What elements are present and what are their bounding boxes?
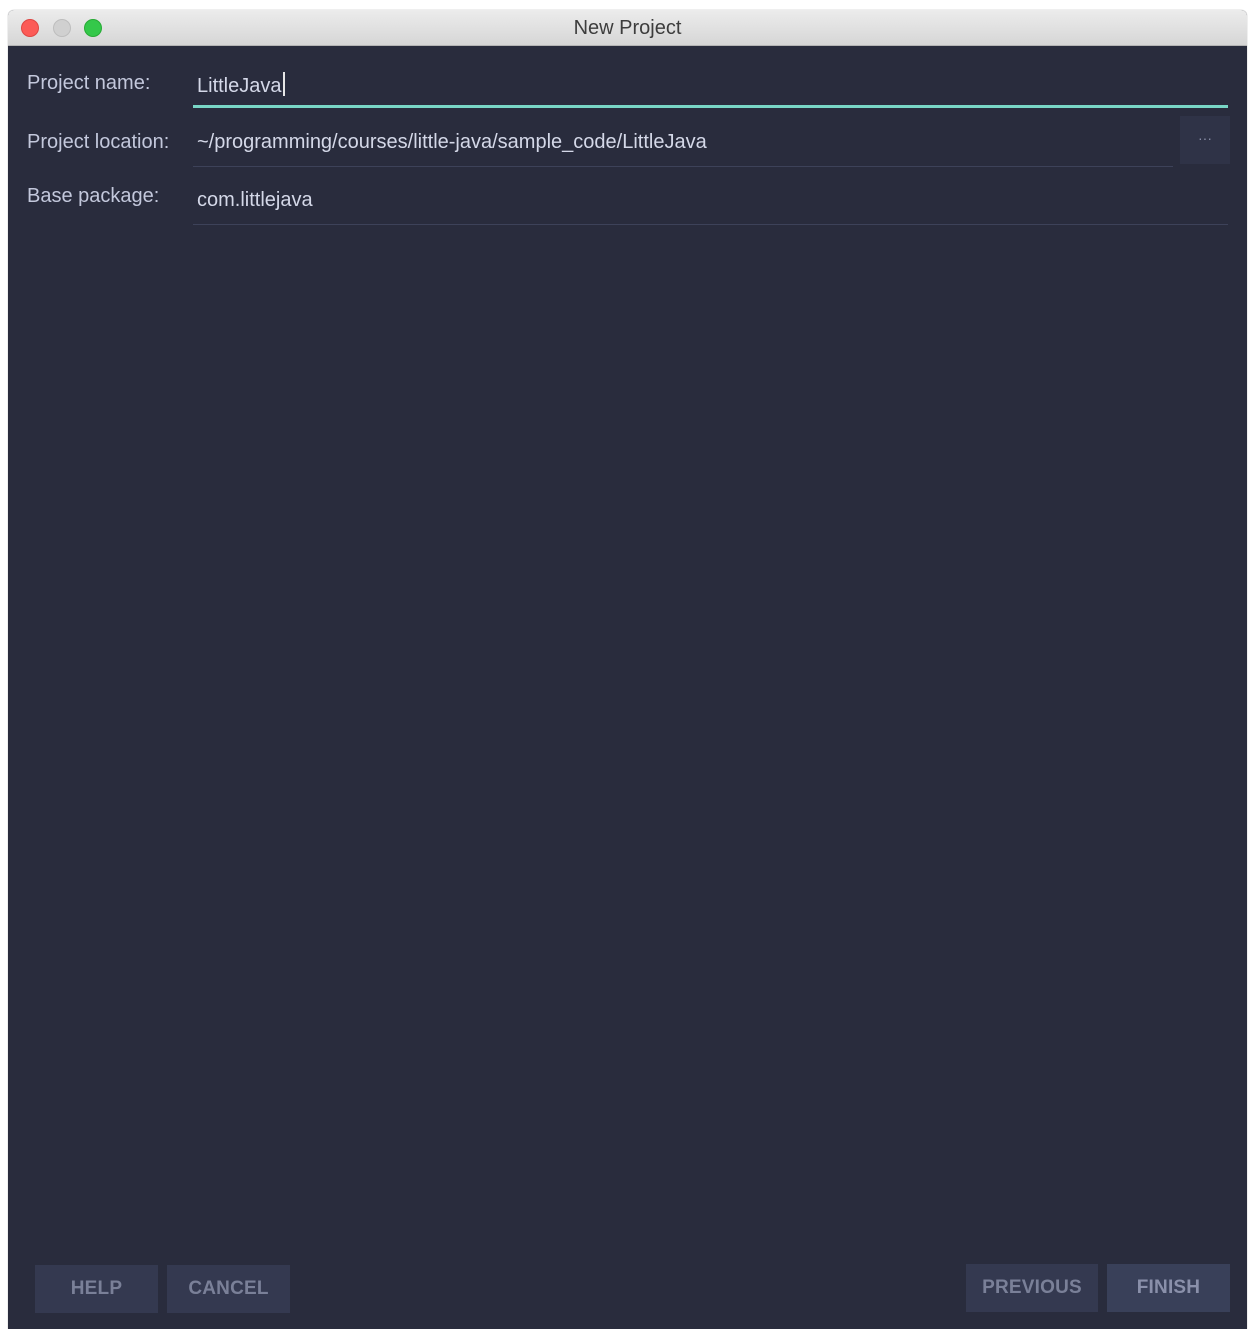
text-caret — [282, 72, 285, 96]
project-location-value: ~/programming/courses/little-java/sample… — [197, 131, 707, 153]
window-title: New Project — [573, 17, 682, 39]
base-package-value: com.littlejava — [197, 189, 313, 211]
base-package-label: Base package: — [27, 185, 160, 207]
project-name-input[interactable]: LittleJava — [193, 66, 1228, 108]
title-bar[interactable]: New Project — [8, 10, 1247, 46]
cancel-button[interactable]: CANCEL — [167, 1265, 290, 1313]
project-name-value: LittleJava — [197, 72, 285, 98]
help-button[interactable]: HELP — [35, 1265, 158, 1313]
base-package-input[interactable]: com.littlejava — [193, 183, 1228, 225]
browse-location-button[interactable]: ··· — [1180, 116, 1230, 164]
previous-button[interactable]: PREVIOUS — [966, 1264, 1098, 1312]
project-location-input[interactable]: ~/programming/courses/little-java/sample… — [193, 125, 1173, 167]
finish-button[interactable]: FINISH — [1107, 1264, 1230, 1312]
project-location-label: Project location: — [27, 131, 170, 153]
new-project-dialog: New Project Project name: LittleJava Pro… — [8, 10, 1247, 1329]
project-name-label: Project name: — [27, 72, 151, 94]
